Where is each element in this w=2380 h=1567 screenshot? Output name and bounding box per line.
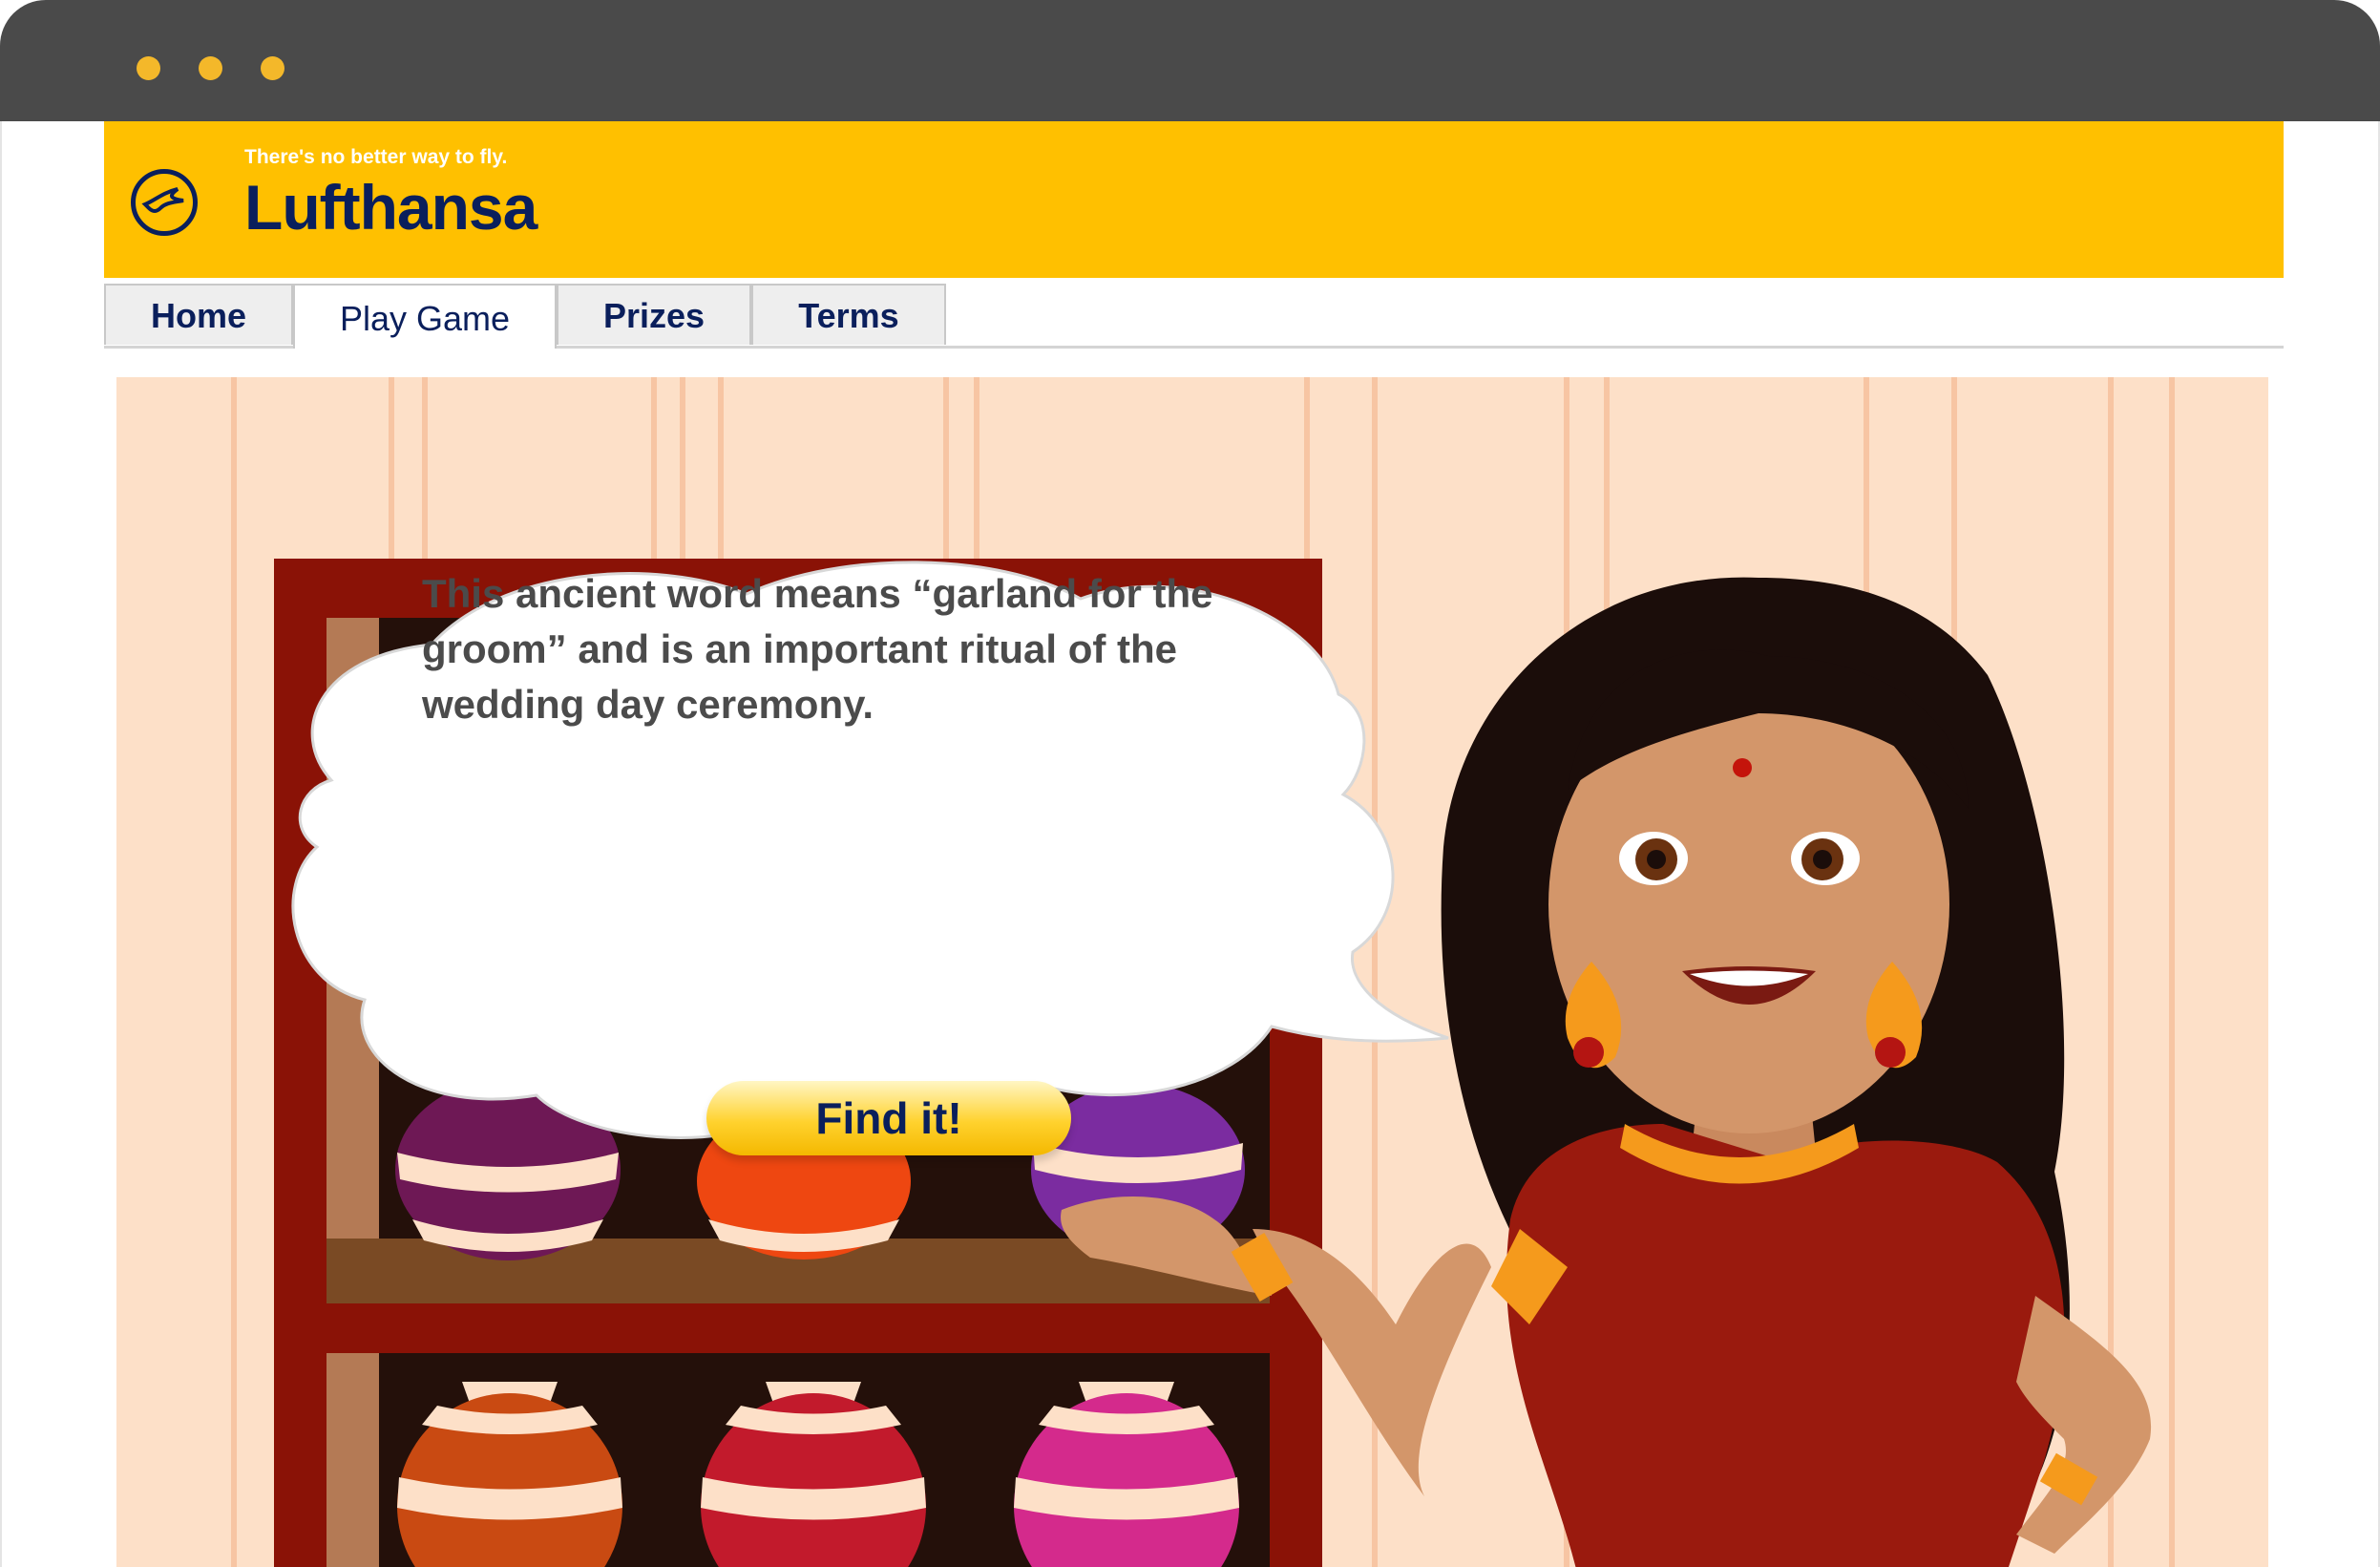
page-viewport: There's no better way to fly. Lufthansa … — [0, 121, 2380, 1567]
browser-window: There's no better way to fly. Lufthansa … — [0, 0, 2380, 1567]
header-tagline: There's no better way to fly. — [244, 146, 508, 168]
tab-play-game[interactable]: Play Game — [293, 284, 557, 349]
tab-prizes[interactable]: Prizes — [557, 284, 751, 345]
site-header: There's no better way to fly. Lufthansa — [104, 121, 2284, 278]
main-navigation: Home Play Game Prizes Terms — [104, 284, 2284, 349]
window-dot-icon[interactable] — [137, 56, 160, 80]
question-text: This ancient word means “garland for the… — [422, 571, 1213, 727]
find-it-button[interactable]: Find it! — [706, 1081, 1071, 1155]
tab-label: Terms — [798, 296, 899, 335]
illustration — [274, 559, 2152, 1567]
tab-label: Prizes — [602, 296, 706, 335]
browser-title-bar — [0, 0, 2380, 121]
lufthansa-crane-logo-icon[interactable] — [131, 169, 198, 236]
tab-home[interactable]: Home — [104, 284, 293, 345]
window-dot-icon[interactable] — [261, 56, 284, 80]
find-it-label: Find it! — [815, 1093, 962, 1143]
game-scene: This ancient word means “garland for the… — [116, 377, 2268, 1567]
tab-terms[interactable]: Terms — [751, 284, 946, 345]
tab-label: Play Game — [339, 299, 511, 338]
brand-logo-text[interactable]: Lufthansa — [244, 171, 537, 244]
tab-label: Home — [150, 296, 247, 335]
window-dot-icon[interactable] — [199, 56, 222, 80]
